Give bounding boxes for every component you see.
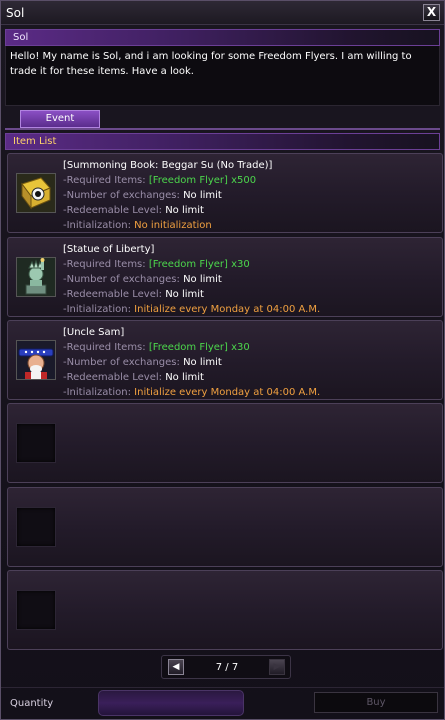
initialization-label: -Initialization: (63, 304, 131, 315)
list-item[interactable]: [Uncle Sam] -Required Items: [Freedom Fl… (7, 320, 443, 400)
item-name: [Statue of Liberty] (63, 244, 155, 255)
quantity-label: Quantity (10, 698, 54, 709)
npc-dialog: Hello! My name is Sol, and i am looking … (5, 46, 440, 106)
empty-slot (7, 403, 443, 483)
initialization-value: Initialize every Monday at 04:00 A.M. (134, 387, 321, 398)
item-details: [Statue of Liberty] -Required Items: [Fr… (63, 242, 320, 317)
pagination: ◀ 7 / 7 ▶ (161, 655, 291, 679)
required-items-label: -Required Items: (63, 259, 146, 270)
exchanges-label: -Number of exchanges: (63, 190, 180, 201)
initialization-value: No initialization (134, 220, 212, 231)
buy-button[interactable]: Buy (314, 692, 438, 713)
exchanges-label: -Number of exchanges: (63, 274, 180, 285)
item-details: [Summoning Book: Beggar Su (No Trade)] -… (63, 158, 272, 233)
quantity-input[interactable] (98, 690, 244, 716)
tab-divider (5, 128, 440, 130)
npc-name: Sol (13, 32, 29, 43)
empty-slot (7, 487, 443, 567)
close-button[interactable]: X (423, 4, 440, 21)
exchanges-value: No limit (183, 274, 222, 285)
level-label: -Redeemable Level: (63, 372, 163, 383)
item-name: [Summoning Book: Beggar Su (No Trade)] (63, 160, 273, 171)
item-details: [Uncle Sam] -Required Items: [Freedom Fl… (63, 325, 320, 400)
item-list-header: Item List (5, 133, 440, 150)
list-item[interactable]: [Statue of Liberty] -Required Items: [Fr… (7, 237, 443, 317)
required-items-value: [Freedom Flyer] x30 (148, 342, 250, 353)
level-value: No limit (165, 372, 204, 383)
required-items-label: -Required Items: (63, 175, 146, 186)
exchanges-value: No limit (183, 190, 222, 201)
level-value: No limit (165, 289, 204, 300)
npc-trade-window: Sol X Sol Hello! My name is Sol, and i a… (0, 0, 445, 720)
level-label: -Redeemable Level: (63, 289, 163, 300)
initialization-value: Initialize every Monday at 04:00 A.M. (134, 304, 321, 315)
footer-divider (1, 687, 444, 688)
uncle-sam-icon[interactable] (16, 340, 56, 380)
summoning-book-icon[interactable] (16, 173, 56, 213)
item-name: [Uncle Sam] (63, 327, 125, 338)
empty-icon-slot (16, 423, 56, 463)
level-value: No limit (165, 205, 204, 216)
item-list-title: Item List (13, 136, 57, 147)
list-item[interactable]: [Summoning Book: Beggar Su (No Trade)] -… (7, 153, 443, 233)
required-items-value: [Freedom Flyer] x30 (148, 259, 250, 270)
required-items-label: -Required Items: (63, 342, 146, 353)
exchanges-value: No limit (183, 357, 222, 368)
level-label: -Redeemable Level: (63, 205, 163, 216)
exchanges-label: -Number of exchanges: (63, 357, 180, 368)
initialization-label: -Initialization: (63, 387, 131, 398)
title-bar[interactable]: Sol X (1, 1, 444, 25)
next-page-button[interactable]: ▶ (269, 659, 285, 675)
empty-slot (7, 570, 443, 650)
empty-icon-slot (16, 507, 56, 547)
tab-event[interactable]: Event (20, 110, 100, 128)
npc-name-bar: Sol (5, 29, 440, 46)
window-title: Sol (6, 6, 25, 20)
initialization-label: -Initialization: (63, 220, 131, 231)
statue-of-liberty-icon[interactable] (16, 257, 56, 297)
empty-icon-slot (16, 590, 56, 630)
required-items-value: [Freedom Flyer] x500 (148, 175, 257, 186)
